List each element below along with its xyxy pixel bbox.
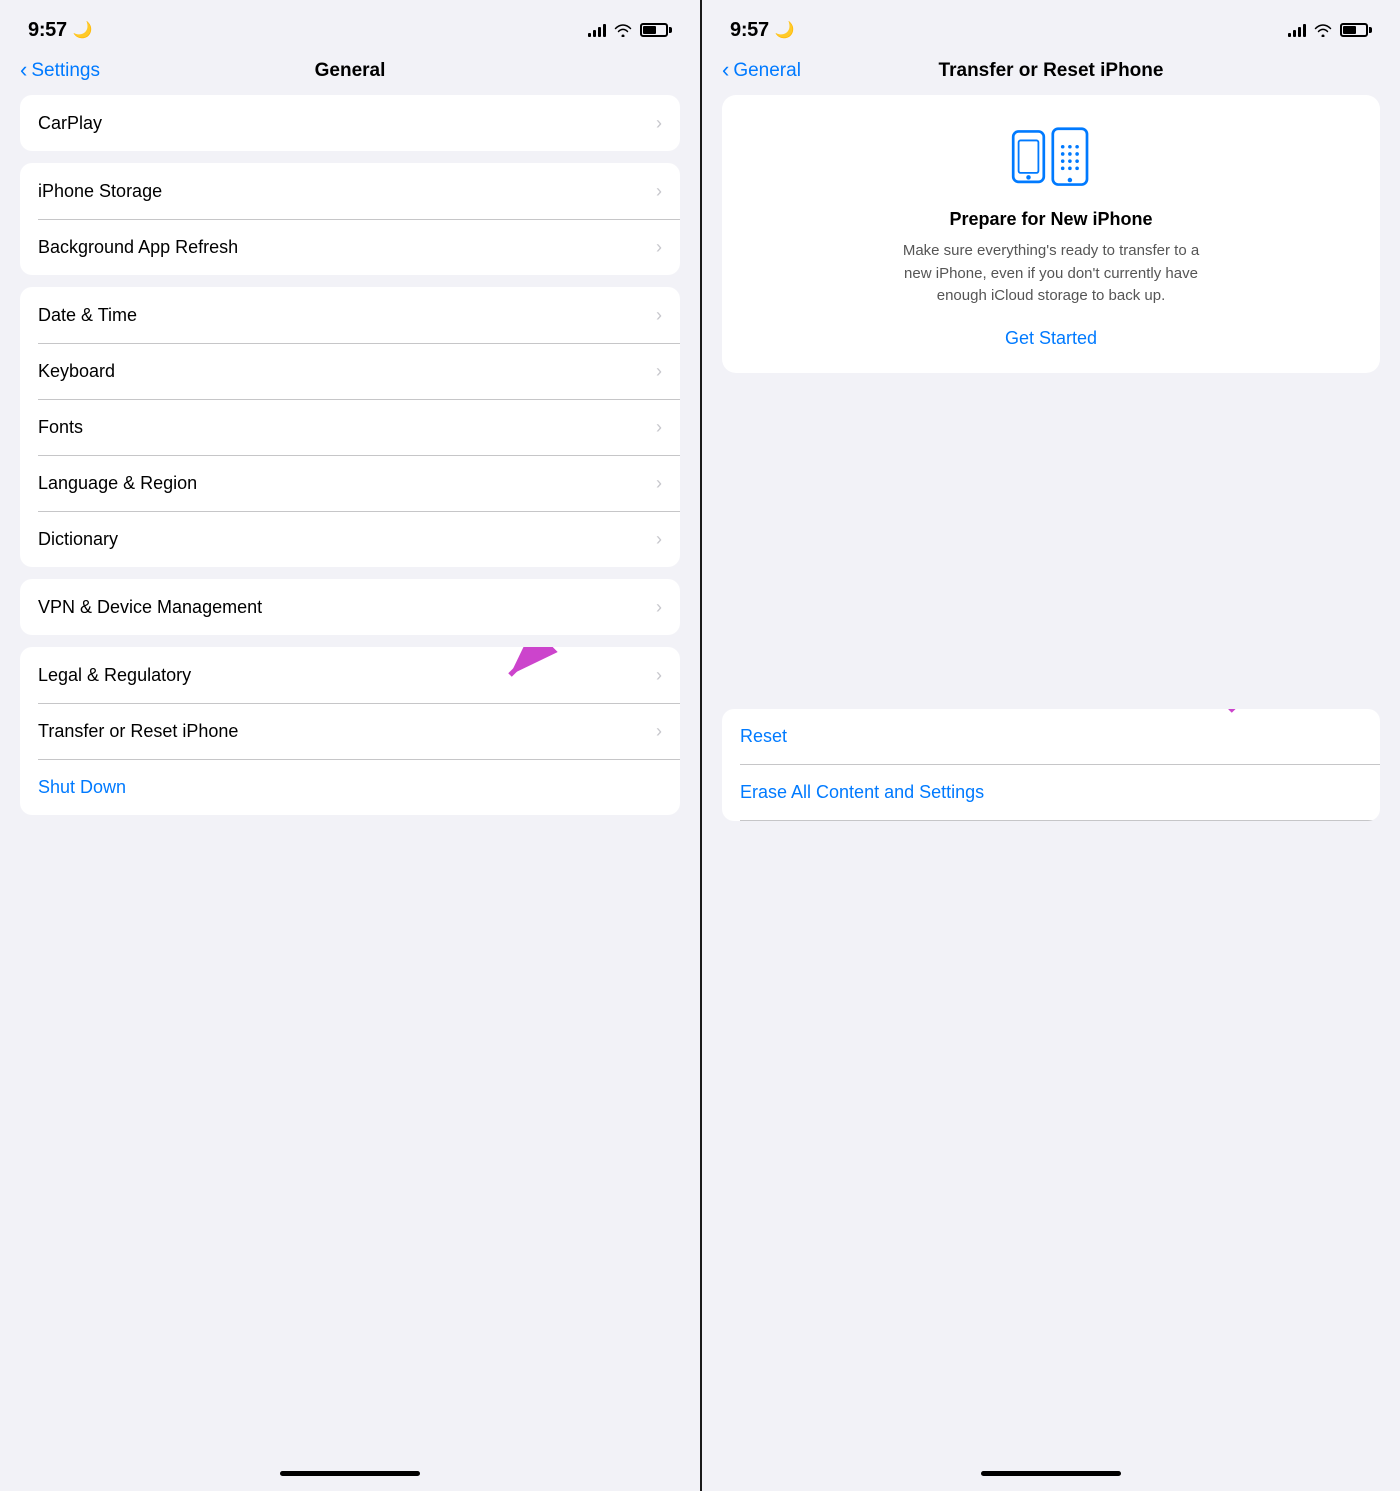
status-time-right: 9:57 (730, 19, 769, 42)
left-screen: 9:57 🌙 (0, 0, 700, 1491)
settings-row-reset[interactable]: Reset (722, 709, 1380, 765)
group-reset-erase: Reset Erase All Content and Settings (722, 709, 1380, 821)
label-bg-refresh: Background App Refresh (38, 237, 238, 258)
settings-row-dictionary[interactable]: Dictionary › (20, 511, 680, 567)
get-started-button[interactable]: Get Started (1005, 328, 1097, 349)
label-keyboard: Keyboard (38, 361, 115, 382)
label-vpn: VPN & Device Management (38, 597, 262, 618)
wifi-icon-left (614, 23, 632, 37)
prepare-icon (1006, 123, 1096, 193)
status-bar-left: 9:57 🌙 (0, 0, 700, 54)
chevron-language: › (656, 473, 662, 494)
nav-bar-left: ‹ Settings General (0, 54, 700, 95)
back-button-left[interactable]: ‹ Settings (20, 58, 100, 83)
back-button-right[interactable]: ‹ General (722, 58, 801, 83)
back-label-right: General (733, 60, 801, 82)
label-reset: Reset (740, 726, 787, 747)
status-icons-left (588, 23, 672, 37)
settings-row-vpn[interactable]: VPN & Device Management › (20, 579, 680, 635)
home-bar-left (280, 1471, 420, 1476)
back-chevron-left: ‹ (20, 57, 27, 83)
chevron-date-time: › (656, 305, 662, 326)
signal-icon-right (1288, 23, 1306, 37)
settings-row-erase[interactable]: Erase All Content and Settings (722, 765, 1380, 821)
content-right: Prepare for New iPhone Make sure everyth… (702, 95, 1400, 1455)
settings-row-bg-refresh[interactable]: Background App Refresh › (20, 219, 680, 275)
label-date-time: Date & Time (38, 305, 137, 326)
settings-row-keyboard[interactable]: Keyboard › (20, 343, 680, 399)
label-carplay: CarPlay (38, 113, 102, 134)
prepare-title: Prepare for New iPhone (949, 209, 1152, 230)
prepare-card: Prepare for New iPhone Make sure everyth… (722, 95, 1380, 373)
chevron-bg-refresh: › (656, 237, 662, 258)
right-screen: 9:57 🌙 ‹ (700, 0, 1400, 1491)
chevron-vpn: › (656, 597, 662, 618)
home-indicator-right (702, 1455, 1400, 1491)
moon-icon-left: 🌙 (73, 20, 93, 40)
battery-icon-right (1340, 23, 1372, 37)
prepare-description: Make sure everything's ready to transfer… (891, 240, 1211, 308)
nav-bar-right: ‹ General Transfer or Reset iPhone (702, 54, 1400, 95)
label-shutdown: Shut Down (38, 777, 126, 798)
chevron-legal: › (656, 665, 662, 686)
settings-row-date-time[interactable]: Date & Time › (20, 287, 680, 343)
group-storage: iPhone Storage › Background App Refresh … (20, 163, 680, 275)
spacer (722, 389, 1380, 709)
settings-row-legal[interactable]: Legal & Regulatory › (20, 647, 680, 703)
label-iphone-storage: iPhone Storage (38, 181, 162, 202)
status-time-left: 9:57 (28, 19, 67, 42)
chevron-iphone-storage: › (656, 181, 662, 202)
label-transfer: Transfer or Reset iPhone (38, 721, 238, 742)
home-indicator-left (0, 1455, 700, 1491)
label-erase: Erase All Content and Settings (740, 782, 984, 803)
battery-icon-left (640, 23, 672, 37)
chevron-dictionary: › (656, 529, 662, 550)
chevron-keyboard: › (656, 361, 662, 382)
group-carplay: CarPlay › (20, 95, 680, 151)
wifi-icon-right (1314, 23, 1332, 37)
signal-icon-left (588, 23, 606, 37)
settings-row-transfer[interactable]: Transfer or Reset iPhone › (20, 703, 680, 759)
settings-row-language[interactable]: Language & Region › (20, 455, 680, 511)
settings-row-fonts[interactable]: Fonts › (20, 399, 680, 455)
group-vpn: VPN & Device Management › (20, 579, 680, 635)
back-label-left: Settings (31, 60, 100, 82)
content-left: CarPlay › iPhone Storage › Background Ap… (0, 95, 700, 1455)
page-title-right: Transfer or Reset iPhone (939, 60, 1164, 82)
group-legal-transfer: Legal & Regulatory › Transfer or Reset i… (20, 647, 680, 815)
chevron-fonts: › (656, 417, 662, 438)
settings-row-carplay[interactable]: CarPlay › (20, 95, 680, 151)
chevron-carplay: › (656, 113, 662, 134)
status-icons-right (1288, 23, 1372, 37)
label-fonts: Fonts (38, 417, 83, 438)
settings-row-iphone-storage[interactable]: iPhone Storage › (20, 163, 680, 219)
chevron-transfer: › (656, 721, 662, 742)
settings-row-shutdown[interactable]: Shut Down (20, 759, 680, 815)
moon-icon-right: 🌙 (775, 20, 795, 40)
group-regional: Date & Time › Keyboard › Fonts › Languag… (20, 287, 680, 567)
page-title-left: General (315, 60, 386, 82)
label-language: Language & Region (38, 473, 197, 494)
home-bar-right (981, 1471, 1121, 1476)
status-bar-right: 9:57 🌙 (702, 0, 1400, 54)
label-legal: Legal & Regulatory (38, 665, 191, 686)
label-dictionary: Dictionary (38, 529, 118, 550)
back-chevron-right: ‹ (722, 57, 729, 83)
